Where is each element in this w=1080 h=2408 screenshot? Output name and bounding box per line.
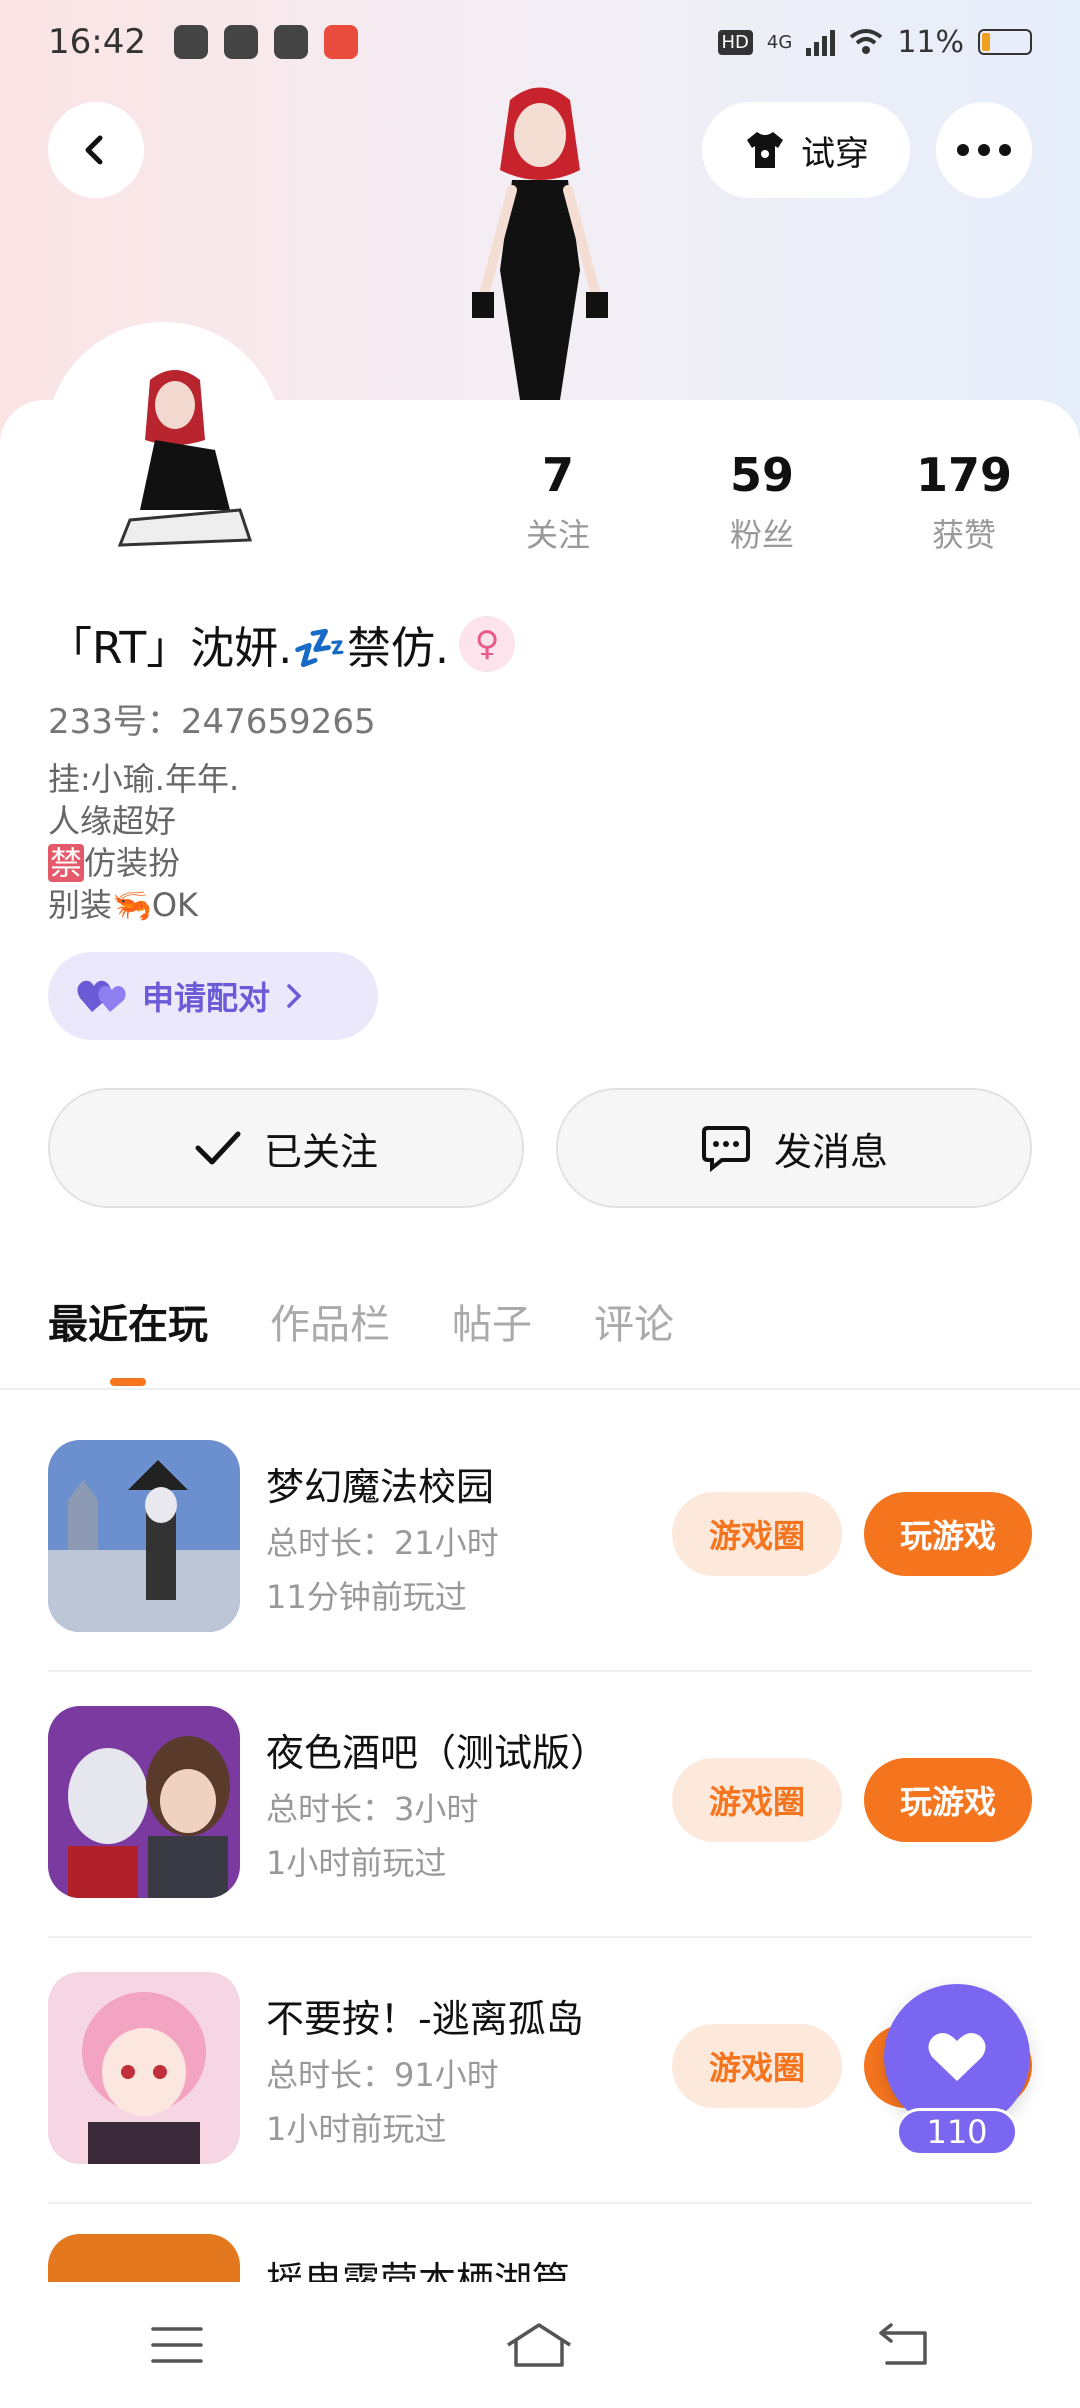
game-thumbnail[interactable]: [48, 1972, 240, 2164]
tshirt-icon: [747, 132, 783, 168]
tab-posts[interactable]: 帖子: [452, 1292, 532, 1386]
signal-icon: [806, 28, 836, 56]
game-title: 梦幻魔法校园: [266, 1465, 495, 1509]
back-nav-icon[interactable]: [875, 2323, 929, 2367]
game-circle-button[interactable]: 游戏圈: [672, 1758, 842, 1842]
game-duration: 总时长：3小时: [266, 1790, 479, 1828]
game-duration: 总时长：21小时: [266, 1524, 499, 1562]
tabs-divider: [0, 1388, 1080, 1390]
game-row[interactable]: 梦幻魔法校园 总时长：21小时 11分钟前玩过 游戏圈 玩游戏: [48, 1406, 1032, 1672]
game-meta: 总时长：3小时 1小时前玩过: [266, 1782, 478, 1890]
followed-label: 已关注: [263, 1129, 378, 1174]
check-icon: [195, 1131, 241, 1165]
game-thumbnail[interactable]: [48, 2234, 240, 2282]
game-thumbnail[interactable]: [48, 1706, 240, 1898]
wifi-icon: [850, 29, 883, 54]
home-icon[interactable]: [504, 2321, 574, 2369]
profile-name-text: 「RT」沈妍.💤禁仿.: [48, 623, 450, 674]
game-row[interactable]: 摇曳露营本栖湖篇: [48, 2204, 1032, 2282]
tab-comments[interactable]: 评论: [594, 1292, 674, 1386]
game-meta: 总时长：91小时 1小时前玩过: [266, 2048, 499, 2156]
like-count-badge: 110: [896, 2108, 1018, 2156]
tab-recently-played[interactable]: 最近在玩: [48, 1292, 208, 1386]
app-notification-icon: [173, 25, 208, 59]
back-button[interactable]: [48, 102, 144, 198]
followed-button[interactable]: 已关注: [48, 1088, 524, 1208]
stat-likes-value: 179: [915, 448, 1013, 502]
stat-following-value: 7: [541, 448, 574, 502]
game-last-played: 11分钟前玩过: [266, 1578, 467, 1616]
stat-likes[interactable]: 179 获赞: [864, 448, 1064, 556]
hd-icon: HD: [717, 29, 753, 55]
chevron-left-icon: [85, 135, 103, 165]
game-circle-button[interactable]: 游戏圈: [672, 2024, 842, 2108]
profile-tabs: 最近在玩 作品栏 帖子 评论: [48, 1292, 674, 1386]
send-message-button[interactable]: 发消息: [556, 1088, 1032, 1208]
status-bar: 16:42 HD 4G 11%: [0, 0, 1080, 84]
battery-icon: [978, 29, 1032, 55]
stat-likes-label: 获赞: [931, 516, 996, 554]
user-id[interactable]: 233号：247659265: [48, 694, 376, 743]
request-pair-button[interactable]: 申请配对: [48, 952, 378, 1040]
stat-fans[interactable]: 59 粉丝: [662, 448, 862, 556]
stat-following[interactable]: 7 关注: [458, 448, 658, 556]
bio-line: 禁仿装扮: [48, 842, 239, 884]
double-heart-icon: [77, 980, 126, 1012]
ban-tag: 禁: [48, 844, 85, 882]
game-last-played: 1小时前玩过: [266, 2110, 447, 2148]
send-message-label: 发消息: [773, 1129, 888, 1174]
chat-bubble-icon: [701, 1126, 750, 1173]
network-type: 4G: [766, 31, 793, 53]
stat-following-label: 关注: [525, 516, 590, 554]
play-game-button[interactable]: 玩游戏: [864, 1758, 1032, 1842]
game-last-played: 1小时前玩过: [266, 1844, 447, 1882]
avatar-3d-figure: [472, 87, 608, 400]
stat-fans-label: 粉丝: [729, 516, 794, 554]
bio-line: 挂:小瑜.年年.: [48, 760, 240, 798]
bio-line: 人缘超好: [48, 802, 177, 840]
game-title: 夜色酒吧（测试版）: [266, 1731, 609, 1775]
status-time: 16:42: [48, 22, 146, 62]
more-dots-icon: [957, 144, 1011, 156]
bio-line: 别装🦐OK: [48, 886, 199, 924]
game-notification-icon: [323, 25, 358, 59]
heart-icon: [928, 2032, 986, 2081]
stat-fans-value: 59: [729, 448, 794, 502]
game-duration: 总时长：91小时: [266, 2056, 499, 2094]
game-row[interactable]: 夜色酒吧（测试版） 总时长：3小时 1小时前玩过 游戏圈 玩游戏: [48, 1672, 1032, 1938]
game-circle-button[interactable]: 游戏圈: [672, 1492, 842, 1576]
request-pair-label: 申请配对: [142, 979, 271, 1017]
status-right: HD 4G 11%: [717, 24, 1032, 60]
try-on-label: 试穿: [801, 133, 869, 174]
video-notification-icon: [273, 25, 308, 59]
system-navigation-bar: [0, 2282, 1080, 2408]
play-game-button[interactable]: 玩游戏: [864, 1492, 1032, 1576]
battery-percent: 11%: [897, 24, 964, 60]
try-on-button[interactable]: 试穿: [702, 102, 910, 198]
game-thumbnail[interactable]: [48, 1440, 240, 1632]
storage-notification-icon: [223, 25, 258, 59]
game-title: 不要按！-逃离孤岛: [266, 1997, 584, 2041]
game-meta: 总时长：21小时 11分钟前玩过: [266, 1516, 499, 1624]
menu-icon[interactable]: [150, 2325, 203, 2365]
tab-works[interactable]: 作品栏: [270, 1292, 390, 1386]
more-button[interactable]: [936, 102, 1032, 198]
profile-bio: 挂:小瑜.年年. 人缘超好 禁仿装扮 别装🦐OK: [48, 758, 239, 926]
profile-name: 「RT」沈妍.💤禁仿. ♀: [48, 612, 516, 676]
chevron-right-icon: [287, 984, 302, 1008]
female-gender-icon: ♀: [459, 616, 516, 672]
bio-line-text: 仿装扮: [84, 844, 181, 882]
game-title: 摇曳露营本栖湖篇: [266, 2259, 571, 2282]
avatar[interactable]: [100, 360, 270, 560]
